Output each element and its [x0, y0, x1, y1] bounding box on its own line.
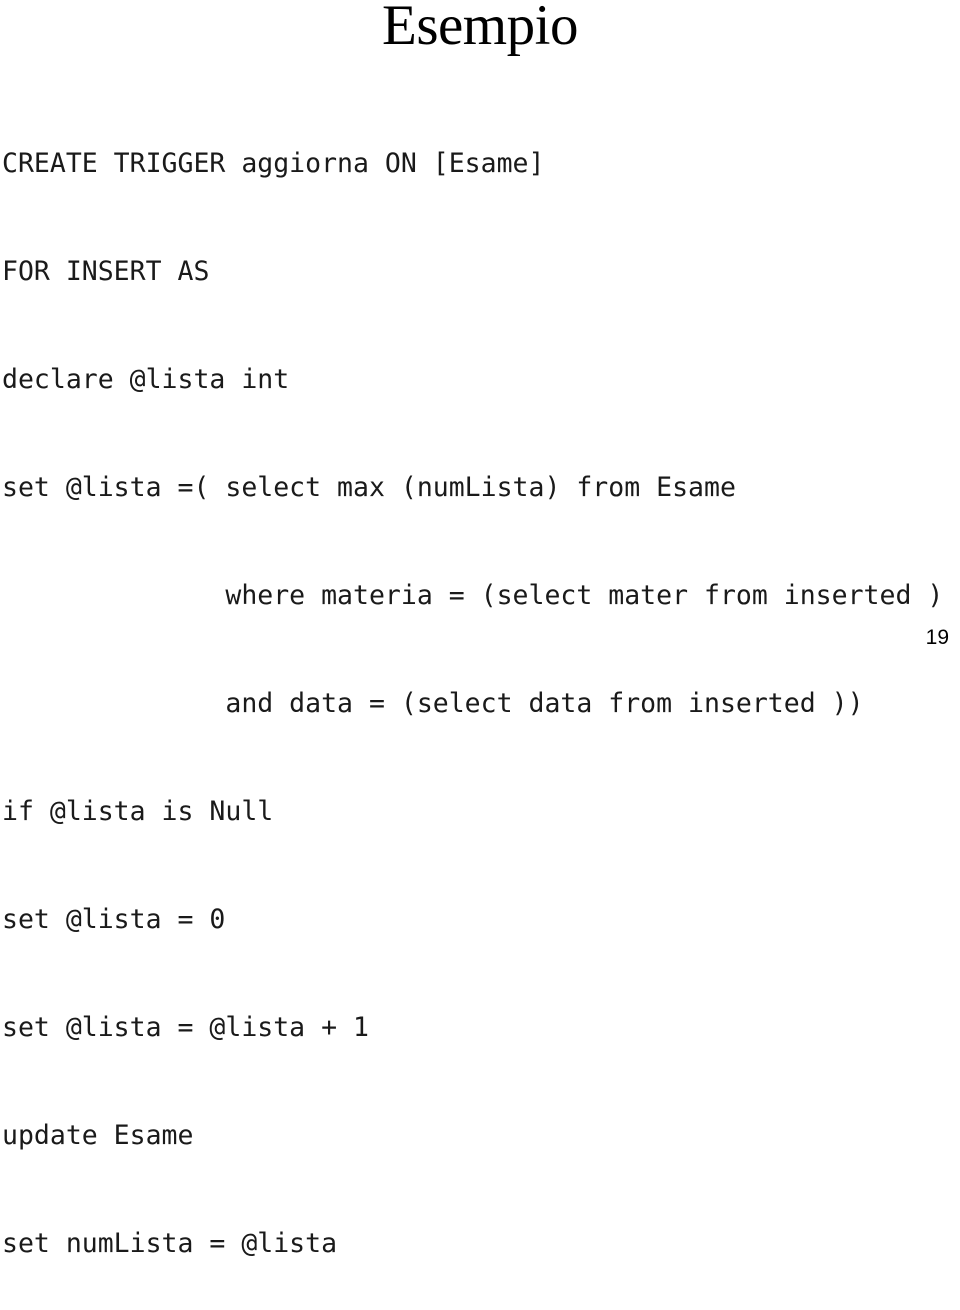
code-block: CREATE TRIGGER aggiorna ON [Esame] FOR I…	[0, 74, 960, 1310]
code-line: if @lista is Null	[2, 796, 274, 827]
code-line: set @lista = @lista + 1	[2, 1012, 369, 1043]
code-line: FOR INSERT AS	[2, 256, 210, 287]
code-line: and data = (select data from inserted ))	[2, 688, 864, 719]
page-number: 19	[925, 626, 949, 649]
code-line: where materia = (select mater from inser…	[2, 580, 944, 611]
page-title: Esempio	[382, 0, 578, 57]
code-line: set numLista = @lista	[2, 1228, 338, 1259]
code-line: update Esame	[2, 1120, 194, 1151]
code-line: set @lista = 0	[2, 904, 226, 935]
code-line: set @lista =( select max (numLista) from…	[2, 472, 736, 503]
code-line: declare @lista int	[2, 364, 290, 395]
code-line: CREATE TRIGGER aggiorna ON [Esame]	[2, 148, 545, 179]
slide-canvas: Esempio CREATE TRIGGER aggiorna ON [Esam…	[0, 0, 960, 1259]
